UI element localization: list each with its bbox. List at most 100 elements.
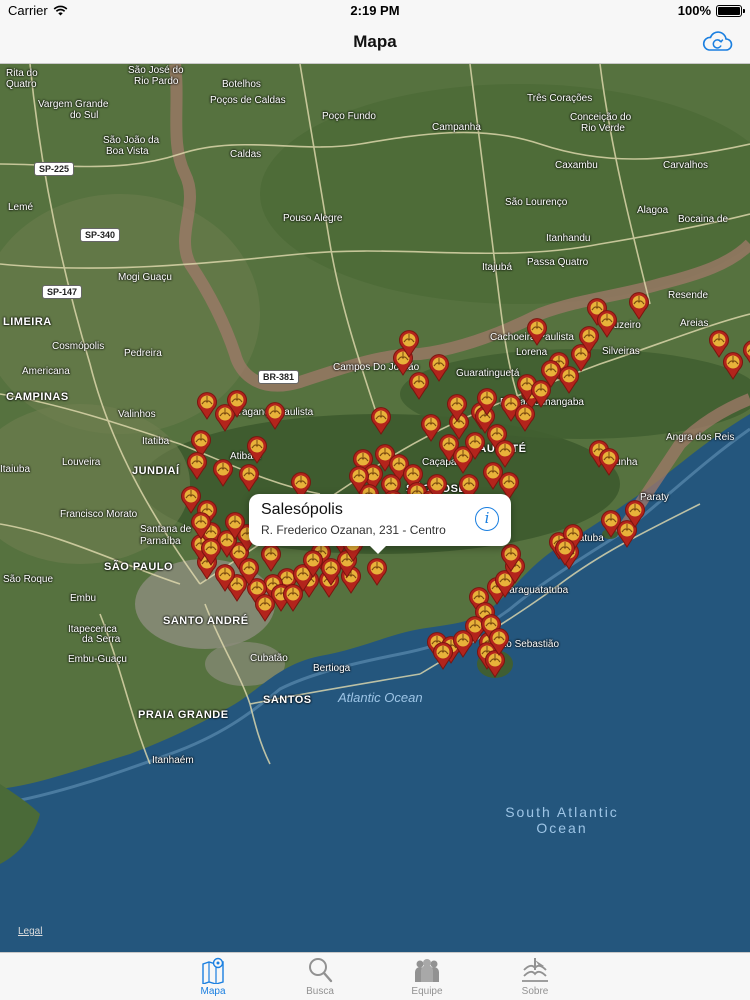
map-pin[interactable] bbox=[598, 448, 620, 476]
map-pin[interactable] bbox=[190, 512, 212, 540]
map-pin[interactable] bbox=[398, 330, 420, 358]
tab-label: Equipe bbox=[411, 986, 443, 997]
map-pin[interactable] bbox=[446, 394, 468, 422]
place-label: Quatro bbox=[6, 79, 37, 90]
place-label: Rio Pardo bbox=[134, 76, 179, 87]
status-time: 2:19 PM bbox=[350, 3, 400, 18]
map-pin[interactable] bbox=[526, 318, 548, 346]
tab-busca[interactable]: Busca bbox=[290, 956, 350, 1000]
place-label: CAMPINAS bbox=[6, 391, 69, 403]
tab-sobre[interactable]: Sobre bbox=[505, 956, 565, 1000]
map-pin[interactable] bbox=[238, 464, 260, 492]
cloud-sync-button[interactable] bbox=[700, 29, 734, 55]
map-pin[interactable] bbox=[514, 404, 536, 432]
map-pin[interactable] bbox=[578, 326, 600, 354]
tab-label: Busca bbox=[306, 986, 334, 997]
place-label: Itajubá bbox=[482, 262, 513, 273]
place-label: Rita do bbox=[6, 68, 38, 79]
map-pin[interactable] bbox=[742, 340, 750, 368]
place-label: Bocaina de bbox=[678, 214, 729, 225]
place-label: Cosmópolis bbox=[52, 341, 105, 352]
map-pin[interactable] bbox=[488, 628, 510, 656]
place-label: da Serra bbox=[82, 634, 121, 645]
place-label: Itaiuba bbox=[0, 464, 31, 475]
battery-icon bbox=[716, 4, 745, 17]
map-pin[interactable] bbox=[476, 388, 498, 416]
callout-title: Salesópolis bbox=[261, 501, 343, 518]
place-label: SÃO PAULO bbox=[104, 561, 174, 573]
place-label: Louveira bbox=[62, 457, 101, 468]
map-pin[interactable] bbox=[722, 352, 744, 380]
tab-equipe[interactable]: Equipe bbox=[397, 956, 457, 1000]
place-label: LIMEIRA bbox=[3, 316, 52, 328]
place-label: Caldas bbox=[230, 149, 262, 160]
place-label: Carvalhos bbox=[663, 160, 709, 171]
map-pin[interactable] bbox=[428, 354, 450, 382]
place-label: Parnaíba bbox=[140, 536, 181, 547]
place-label: Angra dos Reis bbox=[666, 432, 735, 443]
info-icon[interactable]: i bbox=[475, 507, 499, 531]
map-pin[interactable] bbox=[432, 642, 454, 670]
place-label: Rio Verde bbox=[581, 123, 625, 134]
map-pin[interactable] bbox=[238, 558, 260, 586]
map-pin[interactable] bbox=[494, 440, 516, 468]
place-label: Resende bbox=[668, 290, 709, 301]
place-label: Três Corações bbox=[527, 93, 593, 104]
ocean-label-atlantic: Atlantic Ocean bbox=[338, 690, 423, 705]
map-pin[interactable] bbox=[246, 436, 268, 464]
place-label: Valinhos bbox=[118, 409, 156, 420]
place-label: Poço Fundo bbox=[322, 111, 376, 122]
map-view[interactable]: Rita do Quatro São José do Rio Pardo Botelho… bbox=[0, 64, 750, 952]
place-label: Botelhos bbox=[222, 79, 261, 90]
status-right: 100% bbox=[677, 3, 745, 18]
map-callout[interactable]: Salesópolis R. Frederico Ozanan, 231 - C… bbox=[249, 494, 511, 554]
map-pin[interactable] bbox=[348, 466, 370, 494]
place-label: Pedreira bbox=[124, 348, 162, 359]
map-pin[interactable] bbox=[554, 538, 576, 566]
map-pin[interactable] bbox=[366, 558, 388, 586]
place-label: Areias bbox=[680, 318, 709, 329]
map-pin[interactable] bbox=[264, 402, 286, 430]
legal-link[interactable]: Legal bbox=[18, 926, 42, 937]
tab-mapa[interactable]: Mapa bbox=[183, 956, 243, 1000]
map-pin[interactable] bbox=[408, 372, 430, 400]
place-label: JUNDIAÍ bbox=[132, 465, 180, 477]
road-badge-sp340: SP-340 bbox=[80, 228, 121, 242]
road-badge-sp225: SP-225 bbox=[34, 162, 75, 176]
place-label: Embu bbox=[70, 593, 97, 604]
place-label: São Lourenço bbox=[505, 197, 568, 208]
map-pin[interactable] bbox=[186, 452, 208, 480]
place-label: Campanha bbox=[432, 122, 481, 133]
map-pin[interactable] bbox=[260, 544, 282, 572]
place-label: Lemé bbox=[8, 202, 34, 213]
map-pin[interactable] bbox=[628, 292, 650, 320]
map-pin[interactable] bbox=[254, 594, 276, 622]
map-pin[interactable] bbox=[624, 500, 646, 528]
navigation-bar: Mapa bbox=[0, 22, 750, 64]
place-label: Conceição do bbox=[570, 112, 632, 123]
ocean-label-line-2: Ocean bbox=[536, 820, 588, 836]
map-pin[interactable] bbox=[224, 512, 246, 540]
place-label: São João da bbox=[103, 135, 160, 146]
place-label: SANTO ANDRÉ bbox=[163, 615, 249, 627]
place-label: Itanhaém bbox=[152, 755, 194, 766]
ocean-label-south-atlantic: South Atlantic Ocean bbox=[487, 804, 637, 836]
road-badge-br381: BR-381 bbox=[258, 370, 300, 384]
place-label: Passa Quatro bbox=[527, 257, 589, 268]
battery-level-fill bbox=[718, 6, 740, 15]
battery-percent: 100% bbox=[677, 3, 711, 18]
map-pin[interactable] bbox=[370, 407, 392, 435]
place-label: Mogi Guaçu bbox=[118, 272, 172, 283]
tab-label: Mapa bbox=[200, 986, 226, 997]
map-pin[interactable] bbox=[452, 630, 474, 658]
map-pin[interactable] bbox=[464, 432, 486, 460]
map-pin[interactable] bbox=[500, 544, 522, 572]
map-pin[interactable] bbox=[320, 558, 342, 586]
place-label: Boa Vista bbox=[106, 146, 149, 157]
status-bar: Carrier 2:19 PM 100% bbox=[0, 0, 750, 22]
place-label: Itanhandu bbox=[546, 233, 591, 244]
map-pin[interactable] bbox=[200, 538, 222, 566]
place-label: Alagoa bbox=[637, 205, 669, 216]
map-pin[interactable] bbox=[226, 390, 248, 418]
map-pin[interactable] bbox=[212, 459, 234, 487]
